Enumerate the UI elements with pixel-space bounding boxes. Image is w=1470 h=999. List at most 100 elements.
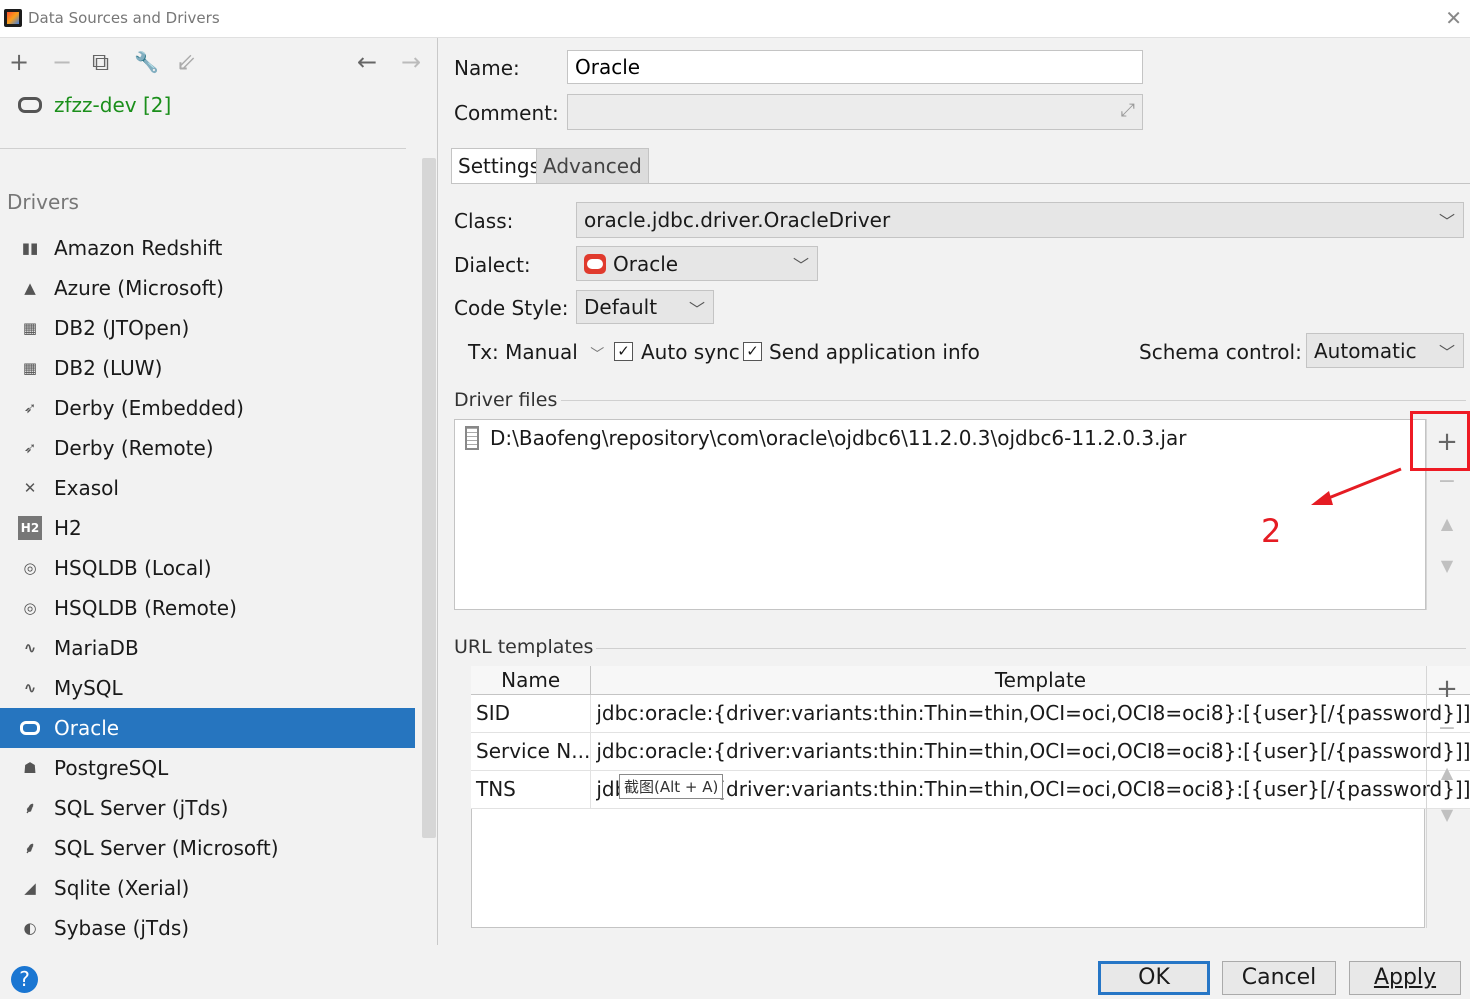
- name-label: Name:: [454, 56, 520, 80]
- column-header-template[interactable]: Template: [590, 666, 1470, 695]
- url-templates-title: URL templates: [454, 636, 594, 658]
- name-input[interactable]: [567, 50, 1143, 84]
- driver-file-path: D:\Baofeng\repository\com\oracle\ojdbc6\…: [490, 426, 1187, 450]
- codestyle-value: Default: [584, 295, 658, 319]
- copy-icon[interactable]: ⧉: [92, 48, 109, 76]
- dialect-combo[interactable]: Oracle ﹀: [576, 246, 818, 281]
- driver-item-postgresql[interactable]: ☗ PostgreSQL: [0, 748, 415, 788]
- template-name-cell[interactable]: SID: [471, 694, 592, 733]
- expand-icon[interactable]: ⤢: [1121, 100, 1135, 121]
- driver-item-sqlserver-microsoft[interactable]: ⸙ SQL Server (Microsoft): [0, 828, 415, 868]
- mysql-dolphin-icon: ∿: [23, 679, 37, 697]
- import-icon[interactable]: ⇙: [176, 48, 196, 76]
- driver-item-exasol[interactable]: ✕ Exasol: [0, 468, 415, 508]
- close-icon[interactable]: ✕: [1445, 6, 1462, 30]
- driver-file-item[interactable]: D:\Baofeng\repository\com\oracle\ojdbc6\…: [465, 426, 1186, 450]
- jar-file-icon: [465, 426, 479, 450]
- tab-settings[interactable]: Settings: [451, 148, 548, 184]
- data-source-item[interactable]: zfzz-dev [2]: [18, 90, 171, 120]
- auto-sync-label: Auto sync: [641, 340, 740, 364]
- template-name-cell[interactable]: TNS: [471, 770, 592, 809]
- driver-item-sqlserver-jtds[interactable]: ⸙ SQL Server (jTds): [0, 788, 415, 828]
- remove-file-button[interactable]: −: [1427, 469, 1467, 494]
- postgresql-elephant-icon: ☗: [23, 759, 37, 777]
- driver-item-derby-remote[interactable]: ➶ Derby (Remote): [0, 428, 415, 468]
- send-app-info-checkbox[interactable]: ✓: [743, 342, 762, 361]
- class-combo[interactable]: oracle.jdbc.driver.OracleDriver ﹀: [576, 202, 1464, 238]
- sybase-icon: ◐: [23, 919, 37, 937]
- remove-template-button[interactable]: −: [1427, 716, 1467, 741]
- driver-item-hsqldb-remote[interactable]: ◎ HSQLDB (Remote): [0, 588, 415, 628]
- comment-field[interactable]: ⤢: [567, 94, 1143, 130]
- comment-label: Comment:: [454, 101, 559, 125]
- tx-mode-dropdown[interactable]: Tx: Manual ﹀: [468, 340, 604, 364]
- chevron-down-icon: ﹀: [792, 256, 809, 275]
- driver-item-db2-jtopen[interactable]: ▦ DB2 (JTOpen): [0, 308, 415, 348]
- driver-item-derby-embedded[interactable]: ➶ Derby (Embedded): [0, 388, 415, 428]
- sqlserver-icon: ⸙: [24, 839, 36, 857]
- table-row[interactable]: Service N... jdbc:oracle:{driver:variant…: [471, 732, 1470, 771]
- driver-item-h2[interactable]: H2 H2: [0, 508, 415, 548]
- oracle-icon: [584, 253, 606, 274]
- exasol-icon: ✕: [23, 479, 37, 497]
- move-up-icon[interactable]: ▲: [1427, 514, 1467, 533]
- driver-label: Derby (Embedded): [54, 396, 244, 420]
- send-app-info-label: Send application info: [769, 340, 980, 364]
- remove-icon[interactable]: −: [52, 48, 72, 76]
- driver-item-azure[interactable]: ▲ Azure (Microsoft): [0, 268, 415, 308]
- cancel-button[interactable]: Cancel: [1222, 961, 1336, 995]
- auto-sync-checkbox[interactable]: ✓: [614, 342, 633, 361]
- oracle-icon: [18, 716, 42, 740]
- driver-label: MySQL: [54, 676, 123, 700]
- ibm-db2-icon: ▦: [22, 359, 38, 377]
- driver-list-scrollbar[interactable]: [422, 158, 436, 838]
- left-panel: + − ⧉ 🔧 ⇙ ← → zfzz-dev [2] Drivers ▮▮ Ama…: [0, 38, 438, 945]
- template-value-cell[interactable]: jdbc:oracle:{driver:variants:thin:Thin=t…: [590, 694, 1470, 733]
- ibm-db2-icon: ▦: [22, 319, 38, 337]
- codestyle-label: Code Style:: [454, 296, 569, 320]
- forward-arrow-icon[interactable]: →: [401, 48, 421, 76]
- driver-list: ▮▮ Amazon Redshift ▲ Azure (Microsoft) ▦ DB…: [0, 228, 415, 948]
- add-icon[interactable]: +: [9, 48, 29, 76]
- codestyle-combo[interactable]: Default ﹀: [576, 290, 714, 324]
- drivers-heading: Drivers: [7, 190, 79, 214]
- apply-button[interactable]: Apply: [1349, 961, 1461, 995]
- chevron-down-icon: ﹀: [590, 347, 605, 363]
- driver-item-hsqldb-local[interactable]: ◎ HSQLDB (Local): [0, 548, 415, 588]
- redshift-icon: ▮▮: [21, 239, 39, 257]
- driver-label: SQL Server (Microsoft): [54, 836, 279, 860]
- driver-item-mariadb[interactable]: ∿ MariaDB: [0, 628, 415, 668]
- driver-item-oracle[interactable]: Oracle: [0, 708, 415, 748]
- help-icon[interactable]: ?: [11, 966, 38, 993]
- table-row[interactable]: SID jdbc:oracle:{driver:variants:thin:Th…: [471, 694, 1470, 733]
- driver-item-sybase[interactable]: ◐ Sybase (jTds): [0, 908, 415, 948]
- driver-item-sqlite[interactable]: ◢ Sqlite (Xerial): [0, 868, 415, 908]
- back-arrow-icon[interactable]: ←: [357, 48, 377, 76]
- template-value-cell[interactable]: jdbc:oracle:{driver:variants:thin:Thin=t…: [590, 732, 1470, 771]
- column-header-name[interactable]: Name: [471, 666, 592, 695]
- add-template-button[interactable]: +: [1427, 674, 1467, 704]
- driver-item-db2-luw[interactable]: ▦ DB2 (LUW): [0, 348, 415, 388]
- tab-advanced[interactable]: Advanced: [536, 148, 649, 184]
- dialect-label: Dialect:: [454, 253, 531, 277]
- driver-item-amazon-redshift[interactable]: ▮▮ Amazon Redshift: [0, 228, 415, 268]
- wrench-icon[interactable]: 🔧: [134, 50, 159, 74]
- move-down-icon[interactable]: ▼: [1427, 805, 1467, 824]
- template-name-cell[interactable]: Service N...: [471, 732, 592, 771]
- ok-button[interactable]: OK: [1098, 961, 1210, 995]
- right-panel: Name: Comment: ⤢ Settings Advanced Class…: [439, 38, 1470, 945]
- derby-hat-icon: ➶: [23, 439, 37, 457]
- schema-control-combo[interactable]: Automatic ﹀: [1306, 333, 1464, 368]
- driver-label: DB2 (JTOpen): [54, 316, 190, 340]
- url-templates-toolbar: + − ▲ ▼: [1426, 666, 1466, 928]
- driver-item-mysql[interactable]: ∿ MySQL: [0, 668, 415, 708]
- driver-label: Oracle: [54, 716, 120, 740]
- driver-label: Exasol: [54, 476, 119, 500]
- intellij-app-icon: [4, 9, 22, 27]
- section-divider: [596, 648, 1466, 649]
- driver-label: Sybase (jTds): [54, 916, 190, 940]
- move-down-icon[interactable]: ▼: [1427, 556, 1467, 575]
- dialect-value: Oracle: [613, 251, 679, 276]
- move-up-icon[interactable]: ▲: [1427, 763, 1467, 782]
- highlight-box: [1410, 411, 1470, 471]
